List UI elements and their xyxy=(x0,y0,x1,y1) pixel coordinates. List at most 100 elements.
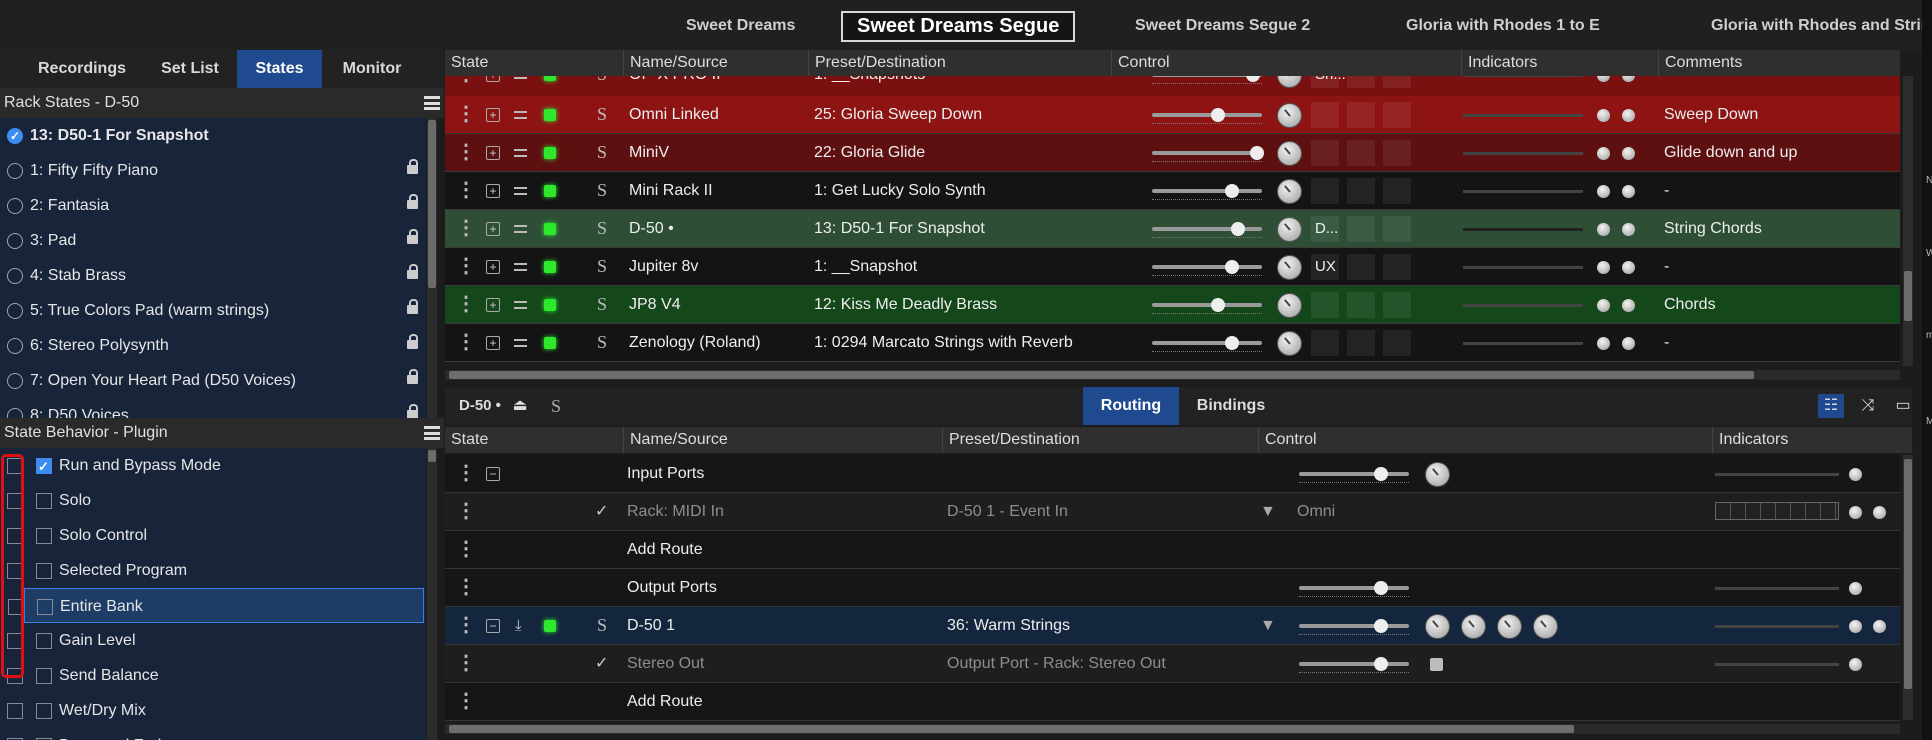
drag-handle-icon[interactable] xyxy=(456,76,476,86)
control-pad[interactable]: Sn... xyxy=(1311,76,1346,88)
comment[interactable]: - xyxy=(1664,172,1669,210)
gain-slider-thumb[interactable] xyxy=(1225,184,1240,198)
rack-table-vscroll[interactable] xyxy=(1903,76,1913,366)
active-led-icon[interactable] xyxy=(544,147,556,159)
state-item[interactable]: 2: Fantasia xyxy=(0,188,426,223)
control-pad[interactable] xyxy=(1383,102,1411,128)
rack-row[interactable]: + S D-50 • 13: D50-1 For Snapshot D... String… xyxy=(445,210,1900,248)
control-pad[interactable] xyxy=(1311,178,1339,204)
active-led-icon[interactable] xyxy=(544,109,556,121)
control-pad[interactable]: UX xyxy=(1311,254,1339,280)
control-pad[interactable] xyxy=(1383,178,1411,204)
bypass-icon[interactable] xyxy=(514,301,527,309)
control-pad[interactable] xyxy=(1311,330,1339,356)
control-pad[interactable] xyxy=(1383,76,1411,88)
rack-states-scrollbar[interactable] xyxy=(427,118,437,418)
col-comments[interactable]: Comments xyxy=(1658,50,1742,76)
gain-slider-thumb[interactable] xyxy=(1374,581,1388,595)
behavior-override-checkbox[interactable] xyxy=(7,703,23,719)
balance-knob[interactable] xyxy=(1277,217,1302,242)
routing-row[interactable]: − ⤓ S D-50 1 36: Warm Strings ▼ xyxy=(445,607,1900,645)
state-item[interactable]: 8: D50 Voices xyxy=(0,398,426,418)
state-item[interactable]: 4: Stab Brass xyxy=(0,258,426,293)
active-led-icon[interactable] xyxy=(544,337,556,349)
expand-icon[interactable]: + xyxy=(486,108,500,122)
drag-handle-icon[interactable] xyxy=(456,498,476,523)
routing-row[interactable]: ✓ Stereo Out Output Port - Rack: Stereo Ou… xyxy=(445,645,1900,683)
state-radio[interactable] xyxy=(7,338,23,354)
gain-slider-thumb[interactable] xyxy=(1374,657,1388,671)
expand-icon[interactable]: + xyxy=(486,222,500,236)
behavior-item[interactable]: Wet/Dry Mix xyxy=(0,693,426,728)
active-led-icon[interactable] xyxy=(544,620,556,632)
col-control[interactable]: Control xyxy=(1111,50,1170,76)
col-control[interactable]: Control xyxy=(1258,427,1317,453)
control-pad[interactable] xyxy=(1347,76,1375,88)
route-name[interactable]: Add Route xyxy=(627,683,703,721)
gain-slider-thumb[interactable] xyxy=(1225,336,1240,350)
bypass-icon[interactable] xyxy=(514,111,527,119)
tab-set-list[interactable]: Set List xyxy=(145,50,235,88)
route-control[interactable]: Omni xyxy=(1297,493,1335,531)
col-state[interactable]: State xyxy=(445,427,488,453)
window-icon[interactable]: ▭ xyxy=(1890,394,1916,418)
solo-icon[interactable]: S xyxy=(597,332,607,353)
tab-states[interactable]: States xyxy=(237,50,322,88)
plugin-knob[interactable] xyxy=(1461,614,1486,639)
solo-icon[interactable]: S xyxy=(597,218,607,239)
plugin-knob[interactable] xyxy=(1533,614,1558,639)
comment[interactable]: - xyxy=(1664,324,1669,362)
behavior-item[interactable]: Gain Level xyxy=(0,623,426,658)
menu-icon[interactable] xyxy=(424,96,440,110)
behavior-checkbox[interactable] xyxy=(36,528,52,544)
control-pad[interactable] xyxy=(1383,254,1411,280)
state-item[interactable]: 3: Pad xyxy=(0,223,426,258)
behavior-item[interactable]: Solo xyxy=(0,483,426,518)
gain-slider[interactable] xyxy=(1152,189,1262,193)
behavior-checkbox[interactable] xyxy=(36,563,52,579)
tab-recordings[interactable]: Recordings xyxy=(22,50,142,88)
control-pad[interactable] xyxy=(1347,216,1375,242)
bypass-icon[interactable] xyxy=(514,76,527,79)
bypass-icon[interactable] xyxy=(514,187,527,195)
balance-knob[interactable] xyxy=(1277,331,1302,356)
collapse-icon[interactable]: − xyxy=(486,619,500,633)
behavior-checkbox[interactable] xyxy=(37,599,53,615)
balance-knob[interactable] xyxy=(1277,255,1302,280)
plugin-preset[interactable]: 1: __Snapshot xyxy=(814,248,917,286)
col-indicators[interactable]: Indicators xyxy=(1461,50,1537,76)
collapse-icon[interactable]: − xyxy=(486,467,500,481)
comment[interactable]: Chords xyxy=(1664,286,1716,324)
behavior-checkbox[interactable] xyxy=(36,449,52,484)
plugin-preset[interactable]: 13: D50-1 For Snapshot xyxy=(814,210,985,248)
drag-handle-icon[interactable] xyxy=(456,139,476,164)
gain-slider[interactable] xyxy=(1299,586,1409,590)
song-tab[interactable]: Gloria with Rhodes and Strin xyxy=(1711,17,1931,35)
state-radio[interactable] xyxy=(7,119,23,154)
plugin-preset[interactable]: 1: __Snapshots xyxy=(814,76,925,94)
behavior-checkbox[interactable] xyxy=(36,668,52,684)
song-tab[interactable]: Sweet Dreams xyxy=(686,17,795,35)
drag-handle-icon[interactable] xyxy=(456,329,476,354)
rack-row[interactable]: + S JP8 V4 12: Kiss Me Deadly Brass Chords xyxy=(445,286,1900,324)
drag-handle-icon[interactable] xyxy=(456,215,476,240)
plugin-knob[interactable] xyxy=(1425,614,1450,639)
solo-icon[interactable]: S xyxy=(597,256,607,277)
gain-slider-thumb[interactable] xyxy=(1211,108,1225,122)
expand-icon[interactable]: + xyxy=(486,184,500,198)
rack-row[interactable]: + S Mini Rack II 1: Get Lucky Solo Synth - xyxy=(445,172,1900,210)
gain-slider[interactable] xyxy=(1299,624,1409,628)
bypass-icon[interactable] xyxy=(514,339,527,347)
gain-slider[interactable] xyxy=(1152,151,1262,155)
route-destination[interactable]: 36: Warm Strings xyxy=(947,607,1070,645)
active-led-icon[interactable] xyxy=(544,261,556,273)
col-preset-destination[interactable]: Preset/Destination xyxy=(808,50,946,76)
control-pad[interactable] xyxy=(1347,254,1375,280)
expand-icon[interactable]: + xyxy=(486,260,500,274)
plugin-preset[interactable]: 12: Kiss Me Deadly Brass xyxy=(814,286,997,324)
bypass-icon[interactable] xyxy=(514,225,527,233)
menu-icon[interactable] xyxy=(424,426,440,440)
control-pad[interactable]: D... xyxy=(1311,216,1339,242)
control-pad[interactable] xyxy=(1383,140,1411,166)
comment[interactable]: String Chords xyxy=(1664,210,1762,248)
